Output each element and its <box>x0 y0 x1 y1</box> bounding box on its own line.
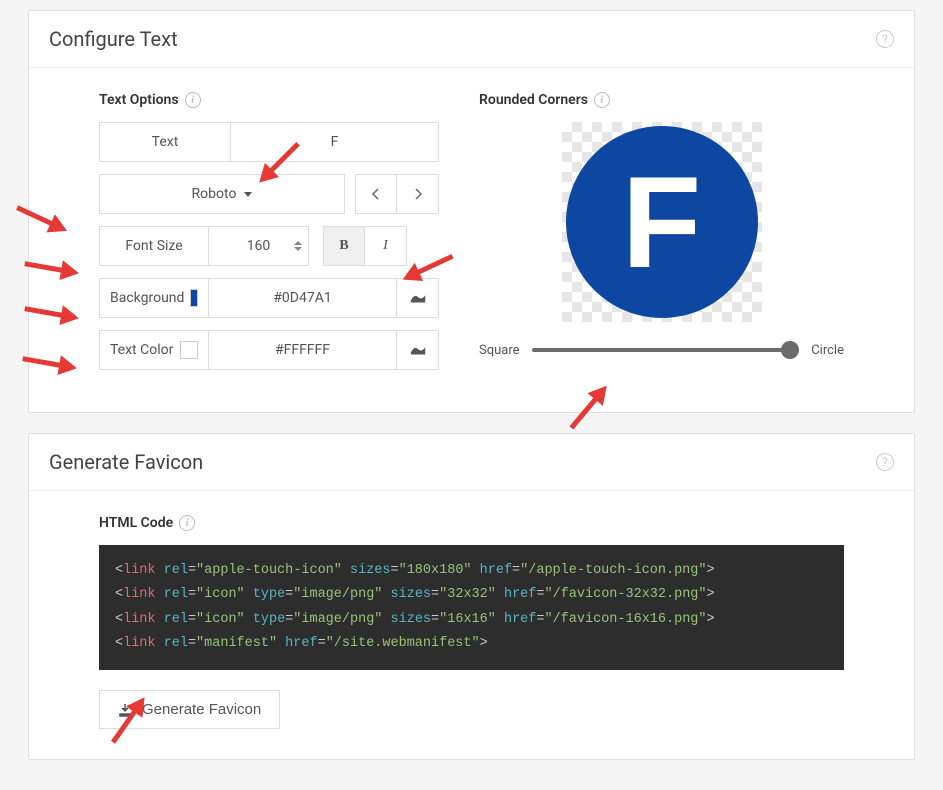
palette-icon <box>409 291 427 305</box>
html-code-heading-label: HTML Code <box>99 515 173 531</box>
italic-button[interactable]: I <box>365 226 407 266</box>
font-next-button[interactable] <box>397 174 439 214</box>
text-color-picker-button[interactable] <box>397 330 439 370</box>
text-options-column: Text Options i Text F Roboto <box>99 92 439 382</box>
code-line: <link rel="manifest" href="/site.webmani… <box>115 632 828 656</box>
rounded-corners-column: Rounded Corners i F Square Circle <box>479 92 844 382</box>
text-options-heading: Text Options i <box>99 92 439 108</box>
favicon-preview: F <box>479 122 844 322</box>
info-icon[interactable]: i <box>185 92 201 108</box>
generate-favicon-panel: Generate Favicon ? HTML Code i <link rel… <box>28 433 915 760</box>
slider-track <box>532 348 800 352</box>
html-code-block[interactable]: <link rel="apple-touch-icon" sizes="180x… <box>99 545 844 670</box>
spinner-icon[interactable] <box>294 241 302 251</box>
background-swatch[interactable] <box>190 289 198 307</box>
chevron-down-icon <box>244 192 252 197</box>
annotation-arrow <box>16 288 83 342</box>
annotation-arrow <box>14 338 81 392</box>
font-select[interactable]: Roboto <box>99 174 345 214</box>
palette-icon <box>409 343 427 357</box>
text-label: Text <box>99 122 231 162</box>
help-icon[interactable]: ? <box>876 30 894 48</box>
rounded-corners-heading-label: Rounded Corners <box>479 92 588 108</box>
slider-label-square: Square <box>479 343 520 358</box>
font-select-label: Roboto <box>192 186 237 202</box>
configure-header: Configure Text ? <box>29 11 914 68</box>
rounded-corners-heading: Rounded Corners i <box>479 92 844 108</box>
code-line: <link rel="icon" type="image/png" sizes=… <box>115 583 828 607</box>
info-icon[interactable]: i <box>179 515 195 531</box>
font-prev-button[interactable] <box>355 174 397 214</box>
info-icon[interactable]: i <box>594 92 610 108</box>
favicon-shape: F <box>566 126 758 318</box>
generate-favicon-button[interactable]: Generate Favicon <box>99 690 280 729</box>
html-code-heading: HTML Code i <box>99 515 844 531</box>
code-line: <link rel="apple-touch-icon" sizes="180x… <box>115 559 828 583</box>
font-size-value: 160 <box>247 238 271 254</box>
text-color-label: Text Color <box>99 330 209 370</box>
bold-button[interactable]: B <box>323 226 365 266</box>
generate-button-label: Generate Favicon <box>142 701 261 718</box>
generate-header: Generate Favicon ? <box>29 434 914 491</box>
font-size-label: Font Size <box>99 226 209 266</box>
code-line: <link rel="icon" type="image/png" sizes=… <box>115 608 828 632</box>
slider-thumb[interactable] <box>781 341 799 359</box>
text-input[interactable]: F <box>231 122 439 162</box>
checker-bg: F <box>562 122 762 322</box>
download-icon <box>118 703 132 717</box>
background-input[interactable]: #0D47A1 <box>209 278 397 318</box>
annotation-arrow <box>3 187 76 252</box>
configure-text-panel: Configure Text ? Text Options i Text F R… <box>28 10 915 413</box>
font-size-input[interactable]: 160 <box>209 226 309 266</box>
configure-title: Configure Text <box>49 27 178 51</box>
text-color-label-text: Text Color <box>110 342 173 358</box>
text-color-swatch[interactable] <box>180 341 198 359</box>
background-label-text: Background <box>110 290 184 306</box>
corner-slider[interactable] <box>532 340 800 360</box>
annotation-arrow <box>16 243 83 297</box>
slider-label-circle: Circle <box>811 343 844 358</box>
text-options-heading-label: Text Options <box>99 92 179 108</box>
help-icon[interactable]: ? <box>876 453 894 471</box>
text-color-input[interactable]: #FFFFFF <box>209 330 397 370</box>
background-picker-button[interactable] <box>397 278 439 318</box>
generate-title: Generate Favicon <box>49 450 203 474</box>
background-label: Background <box>99 278 209 318</box>
